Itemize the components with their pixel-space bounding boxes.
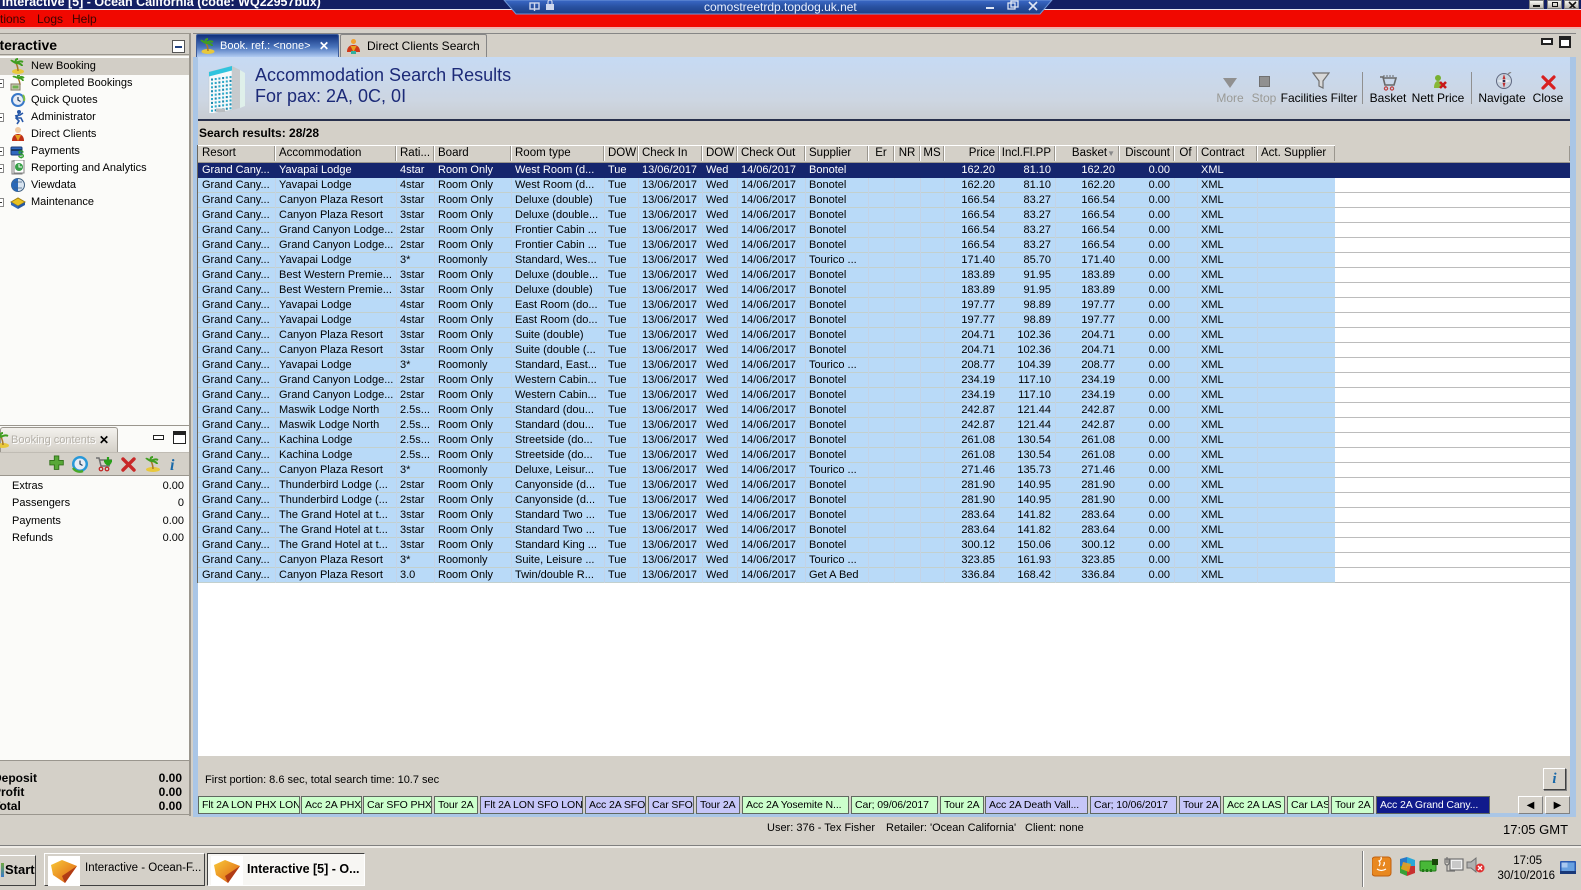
svg-text:$: $: [18, 149, 24, 159]
svg-text:comostreetrdp.topdog.uk.net: comostreetrdp.topdog.uk.net: [704, 0, 857, 14]
svg-text:i: i: [170, 457, 175, 473]
